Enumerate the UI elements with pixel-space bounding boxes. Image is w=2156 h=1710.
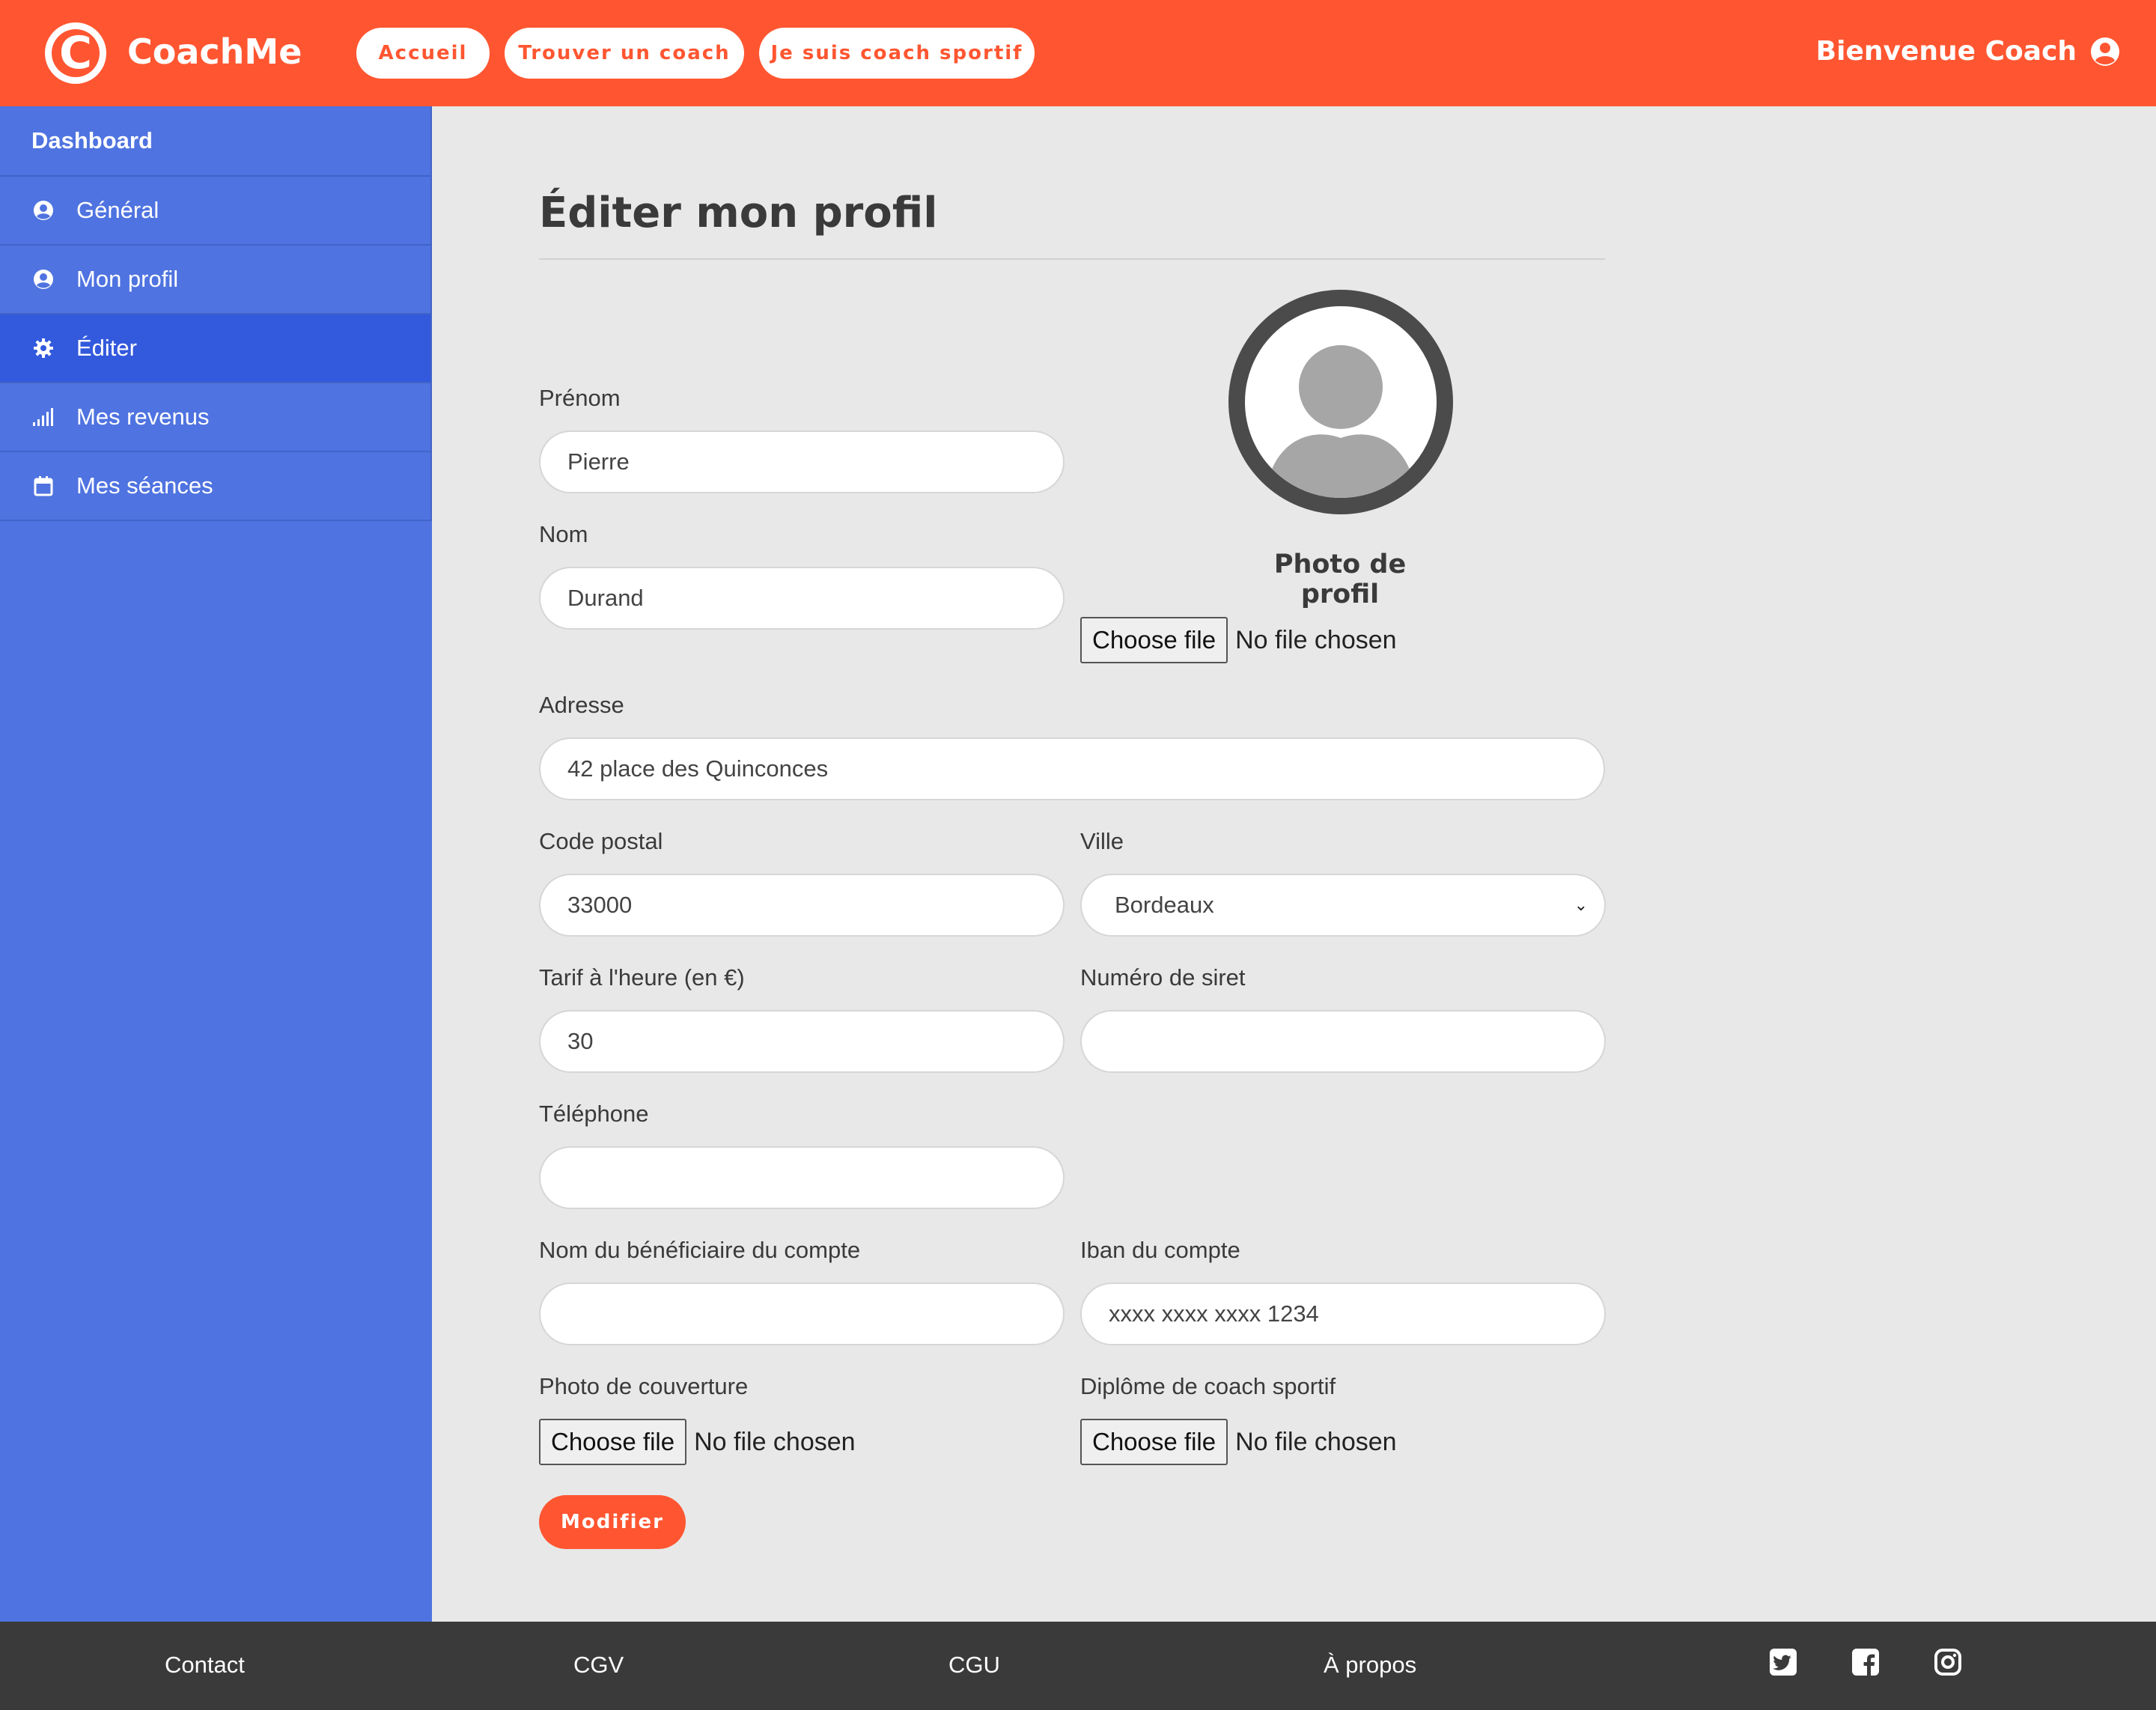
beneficiaire-label: Nom du bénéficiaire du compte — [539, 1237, 861, 1263]
edit-profile-panel: Éditer mon profil Photo de profil Choose… — [432, 106, 2156, 1622]
file-status: No file chosen — [1235, 625, 1397, 654]
sidebar-item-label: Général — [76, 197, 159, 223]
instagram-icon[interactable] — [1933, 1647, 1963, 1677]
sidebar-item-editer[interactable]: Éditer — [0, 314, 432, 383]
tarif-label: Tarif à l'heure (en €) — [539, 964, 745, 991]
nav-accueil-button[interactable]: Accueil — [356, 28, 490, 79]
brand-name[interactable]: CoachMe — [127, 31, 302, 72]
footer-link-cgv[interactable]: CGV — [573, 1652, 624, 1679]
couverture-label: Photo de couverture — [539, 1373, 749, 1399]
profile-photo-file-input[interactable]: Choose file No file chosen — [1080, 617, 1397, 663]
tarif-input[interactable]: 30 — [539, 1010, 1065, 1073]
coachme-logo[interactable]: C — [45, 22, 106, 84]
diplome-file-input[interactable]: Choose file No file chosen — [1080, 1419, 1397, 1465]
choose-file-button[interactable]: Choose file — [539, 1419, 687, 1465]
chevron-down-icon: ⌄ — [1574, 895, 1588, 914]
nom-label: Nom — [539, 521, 588, 547]
profile-avatar — [1228, 290, 1453, 514]
dashboard-sidebar: Dashboard Général Mon profil Éditer Mes … — [0, 106, 432, 1622]
adresse-label: Adresse — [539, 692, 624, 718]
user-circle-icon — [31, 198, 55, 222]
prenom-label: Prénom — [539, 385, 621, 411]
facebook-icon[interactable] — [1851, 1647, 1881, 1677]
siret-input[interactable] — [1080, 1010, 1606, 1073]
page-title: Éditer mon profil — [539, 189, 938, 237]
file-status: No file chosen — [694, 1427, 856, 1456]
choose-file-button[interactable]: Choose file — [1080, 1419, 1228, 1465]
diplome-label: Diplôme de coach sportif — [1080, 1373, 1336, 1399]
ville-label: Ville — [1080, 828, 1124, 854]
sidebar-item-mes-seances[interactable]: Mes séances — [0, 452, 432, 521]
iban-label: Iban du compte — [1080, 1237, 1240, 1263]
sidebar-item-label: Mon profil — [76, 266, 179, 292]
sidebar-title: Dashboard — [0, 106, 432, 177]
twitter-icon[interactable] — [1768, 1647, 1798, 1677]
footer-link-cgu[interactable]: CGU — [948, 1652, 1000, 1679]
prenom-input[interactable]: Pierre — [539, 430, 1065, 493]
title-divider — [539, 258, 1605, 260]
nom-input[interactable]: Durand — [539, 567, 1065, 630]
file-status: No file chosen — [1235, 1427, 1397, 1456]
ville-select[interactable]: Bordeaux ⌄ — [1080, 874, 1606, 937]
site-footer: Contact CGV CGU À propos — [0, 1622, 2156, 1710]
nav-trouver-coach-button[interactable]: Trouver un coach — [505, 28, 744, 79]
adresse-input[interactable]: 42 place des Quinconces — [539, 737, 1605, 800]
profile-photo-label: Photo de profil — [1273, 550, 1407, 609]
ville-selected-value: Bordeaux — [1115, 892, 1214, 918]
user-circle-icon — [31, 267, 55, 291]
user-circle-icon — [2090, 37, 2120, 67]
sidebar-item-label: Éditer — [76, 335, 137, 361]
modifier-button[interactable]: Modifier — [539, 1495, 686, 1549]
sidebar-item-mon-profil[interactable]: Mon profil — [0, 246, 432, 314]
sidebar-item-mes-revenus[interactable]: Mes revenus — [0, 383, 432, 452]
telephone-input[interactable] — [539, 1146, 1065, 1209]
choose-file-button[interactable]: Choose file — [1080, 617, 1228, 663]
avatar-placeholder-icon — [1267, 345, 1414, 498]
top-navbar: C CoachMe Accueil Trouver un coach Je su… — [0, 0, 2156, 106]
sidebar-item-label: Mes séances — [76, 472, 213, 499]
code-postal-label: Code postal — [539, 828, 663, 854]
footer-link-contact[interactable]: Contact — [165, 1652, 245, 1679]
sidebar-item-general[interactable]: Général — [0, 177, 432, 246]
calendar-icon — [31, 474, 55, 498]
gear-icon — [31, 336, 55, 360]
iban-input[interactable]: xxxx xxxx xxxx 1234 — [1080, 1282, 1606, 1345]
beneficiaire-input[interactable] — [539, 1282, 1065, 1345]
nav-je-suis-coach-button[interactable]: Je suis coach sportif — [759, 28, 1035, 79]
footer-link-a-propos[interactable]: À propos — [1324, 1652, 1416, 1679]
code-postal-input[interactable]: 33000 — [539, 874, 1065, 937]
user-menu[interactable]: Bienvenue Coach — [1816, 36, 2120, 67]
signal-bars-icon — [31, 405, 55, 429]
logo-letter: C — [52, 29, 100, 77]
sidebar-item-label: Mes revenus — [76, 404, 210, 430]
welcome-text: Bienvenue Coach — [1815, 36, 2077, 67]
siret-label: Numéro de siret — [1080, 964, 1246, 991]
telephone-label: Téléphone — [539, 1101, 649, 1127]
couverture-file-input[interactable]: Choose file No file chosen — [539, 1419, 856, 1465]
